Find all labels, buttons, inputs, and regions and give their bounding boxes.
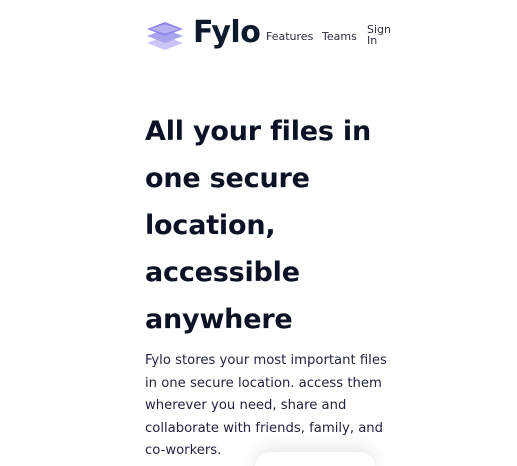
cta-button-edge[interactable] (255, 452, 375, 466)
logo-wordmark[interactable]: Fylo (193, 14, 261, 52)
stacked-layers-icon[interactable] (145, 18, 185, 50)
nav-link-features[interactable]: Features (266, 30, 313, 43)
site-header: Fylo Features Teams Sign In (145, 14, 391, 54)
nav-link-teams[interactable]: Teams (322, 30, 357, 43)
hero-description: Fylo stores your most important files in… (145, 353, 387, 459)
nav-link-sign-in[interactable]: Sign In (367, 24, 391, 46)
hero-title: All your files in one secure location, a… (145, 116, 372, 335)
